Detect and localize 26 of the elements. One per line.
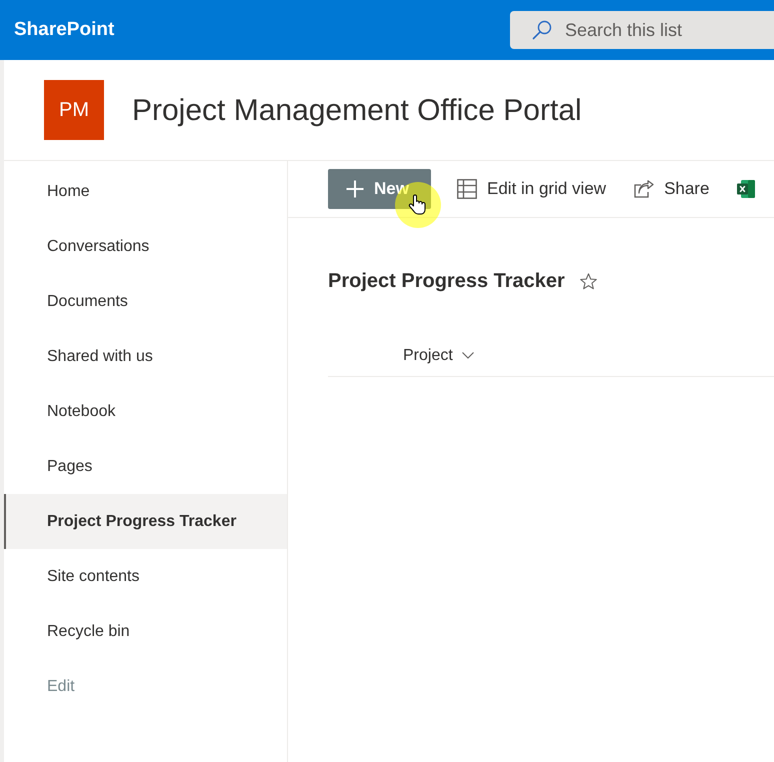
nav-item[interactable]: Site contents bbox=[4, 549, 287, 604]
nav-item[interactable]: Pages bbox=[4, 439, 287, 494]
favorite-star-icon[interactable] bbox=[580, 272, 597, 290]
site-title: Project Management Office Portal bbox=[132, 92, 582, 128]
nav-item[interactable]: Notebook bbox=[4, 384, 287, 439]
nav-item[interactable]: Conversations bbox=[4, 219, 287, 274]
app-brand[interactable]: SharePoint bbox=[14, 16, 114, 44]
column-header[interactable]: Project bbox=[403, 344, 474, 368]
edit-grid-view-button[interactable]: Edit in grid view bbox=[443, 169, 620, 209]
table-grid-icon bbox=[457, 179, 477, 199]
share-icon bbox=[634, 180, 654, 198]
edit-nav-link[interactable]: Edit bbox=[4, 659, 287, 714]
nav-item[interactable]: Project Progress Tracker bbox=[4, 494, 287, 549]
chevron-down-icon[interactable] bbox=[462, 352, 474, 359]
plus-icon bbox=[346, 180, 364, 198]
share-button[interactable]: Share bbox=[620, 169, 724, 209]
site-logo[interactable]: PM bbox=[44, 80, 104, 140]
new-button[interactable]: New bbox=[328, 169, 431, 209]
search-icon bbox=[532, 20, 552, 40]
spreadsheet-icon bbox=[737, 180, 756, 198]
nav-item[interactable]: Documents bbox=[4, 274, 287, 329]
nav-item[interactable]: Recycle bin bbox=[4, 604, 287, 659]
search-field[interactable]: Search this list bbox=[510, 11, 774, 49]
nav-item[interactable]: Home bbox=[4, 164, 287, 219]
list-title: Project Progress Tracker bbox=[328, 269, 565, 294]
nav-item[interactable]: Shared with us bbox=[4, 329, 287, 384]
